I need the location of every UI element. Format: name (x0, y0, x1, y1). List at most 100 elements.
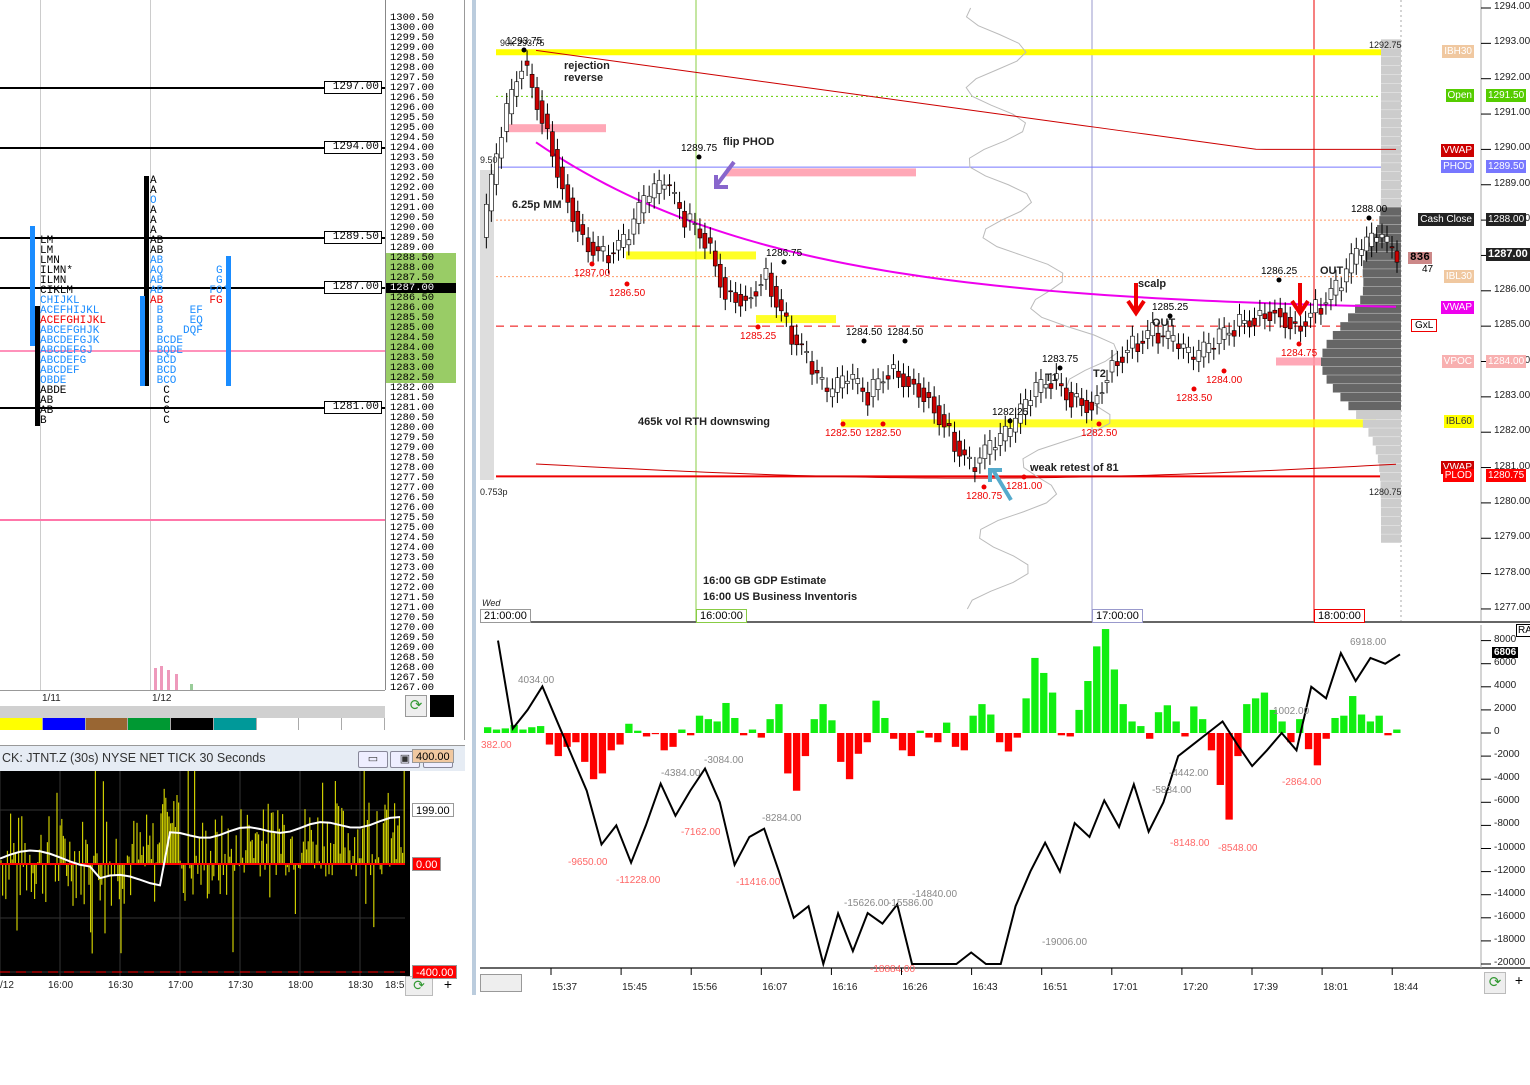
tick-chart-window[interactable]: CK: JTNT.Z (30s) NYSE NET TICK 30 Second… (0, 745, 465, 1085)
candle-body (712, 250, 718, 267)
volume-profile-bar (1362, 419, 1401, 428)
candle-body (1191, 356, 1196, 360)
candle-body (758, 284, 764, 286)
color-swatch[interactable] (42, 718, 86, 730)
volume-profile-bar (1380, 154, 1401, 163)
color-swatch[interactable] (299, 718, 343, 730)
delta-bar (722, 702, 730, 733)
color-swatch[interactable] (171, 718, 214, 730)
candle-body (1287, 317, 1293, 330)
candle-body (875, 378, 881, 390)
delta-bar (1322, 733, 1330, 739)
color-swatch[interactable] (128, 718, 172, 730)
volume-profile-bar (1348, 313, 1401, 322)
candle-body (1028, 400, 1033, 406)
scroll-box[interactable] (480, 974, 522, 992)
volume-profile-outline (965, 7, 1119, 610)
delta-axis-label: -20000 (1494, 957, 1526, 968)
time-marker-label: 16:00:00 (696, 609, 747, 623)
price-axis-label: 1279.00 (1494, 531, 1530, 543)
price-axis-label: 1285.00 (1494, 319, 1530, 331)
delta-bar (845, 733, 854, 780)
delta-extreme-label: -14840.00 (912, 889, 958, 900)
delta-bar (1384, 733, 1392, 736)
color-swatch[interactable] (213, 718, 257, 730)
color-swatches[interactable] (0, 718, 386, 730)
candle-body (646, 195, 652, 203)
delta-time-label: 18:44 (1393, 982, 1419, 993)
candle-body (1074, 393, 1079, 398)
delta-bar (519, 729, 527, 733)
tick-level-tag: -400.00 (412, 965, 458, 979)
candle-body (707, 237, 713, 244)
volume-profile-bar (1380, 507, 1401, 517)
delta-bar (598, 733, 607, 774)
candle-body (1007, 428, 1013, 437)
annotation-scalp: scalp (1138, 278, 1167, 290)
price-ladder[interactable]: 1300.50 1300.00 1299.50 1299.00 1298.50 1298.… (385, 0, 456, 693)
volume-profile-bar (1332, 384, 1401, 393)
delta-extreme-label: -4442.00 (1169, 768, 1209, 779)
value-area-bracket (140, 296, 145, 386)
horizontal-scrollbar[interactable] (0, 706, 385, 718)
delta-bar (801, 733, 810, 757)
color-swatch[interactable] (256, 718, 300, 730)
delta-extreme-label: -2864.00 (1282, 777, 1322, 788)
candle-body (585, 237, 591, 253)
refresh-button[interactable]: ⟳ (405, 695, 427, 717)
color-swatch[interactable] (85, 718, 129, 730)
level-tag-ibh30: IBH30 (1442, 45, 1474, 59)
delta-bar (1022, 698, 1030, 733)
volume-profile-bar (1380, 180, 1401, 190)
volume-profile-bar (1381, 74, 1401, 84)
candle-body (1308, 312, 1313, 318)
annotation-left_mid: 9.50 (480, 155, 498, 165)
candle-body (1318, 308, 1324, 315)
date-label: 1/11 (42, 693, 61, 704)
swing-dot (755, 324, 761, 330)
candle-body (1282, 312, 1288, 328)
price-axis-label: 1289.00 (1494, 177, 1530, 189)
tick-time-label: 17:30 (228, 980, 254, 991)
candle-body (616, 240, 621, 251)
main-chart-window[interactable]: 1294.00 1293.00 1292.00 1291.00 1290.00 1289.… (472, 0, 1530, 995)
tick-level-tag: 199.00 (412, 803, 454, 818)
delta-time-label: 16:51 (1042, 982, 1068, 993)
candle-body (509, 89, 515, 115)
volume-profile-bar (1372, 437, 1401, 446)
minimize-button[interactable]: ▭ (358, 751, 388, 768)
candle-body (850, 374, 856, 380)
black-swatch-button[interactable] (430, 695, 454, 717)
candle-body (1231, 330, 1237, 337)
volume-profile-bar (1380, 189, 1401, 199)
delta-bar (1243, 704, 1251, 733)
price-axis-label: 1293.00 (1494, 36, 1530, 48)
profile-session-1: LM LM LMN ILMN* ILMN CIKLM CHIJKL ACEFHIJKL ACEF… (40, 236, 106, 427)
add-button[interactable]: + (1508, 972, 1530, 994)
color-swatch[interactable] (0, 718, 43, 730)
price-chart[interactable] (476, 0, 1530, 995)
delta-bar (687, 733, 695, 736)
tick-y-label: -200 (418, 912, 439, 923)
volume-profile-bar (1381, 65, 1401, 75)
candle-body (1140, 340, 1146, 344)
delta-extreme-label: -11228.00 (616, 875, 661, 886)
candle-body (926, 392, 932, 398)
delta-bar (916, 730, 924, 733)
tick-y-label: -800 (418, 1074, 439, 1085)
annotation-mm: 6.25p MM (512, 199, 562, 211)
initial-balance-bar (35, 306, 40, 426)
tick-time-label: 18:00 (288, 980, 314, 991)
date-label: 1/12 (152, 693, 172, 704)
swing-dot (1296, 341, 1302, 347)
swing-price-label: 1283.50 (1176, 393, 1213, 404)
color-swatch[interactable] (342, 718, 386, 730)
candle-body (1338, 287, 1344, 292)
market-profile-panel[interactable]: 1297.00 1294.00 1289.50 1287.00 1281.00 LM LM… (0, 0, 465, 740)
refresh-button[interactable]: ⟳ (1484, 972, 1506, 994)
candle-body (1064, 387, 1069, 401)
candle-body (1348, 253, 1354, 274)
candle-body (1211, 347, 1217, 350)
candle-body (1130, 335, 1135, 349)
tick-plot-bg (0, 771, 410, 976)
